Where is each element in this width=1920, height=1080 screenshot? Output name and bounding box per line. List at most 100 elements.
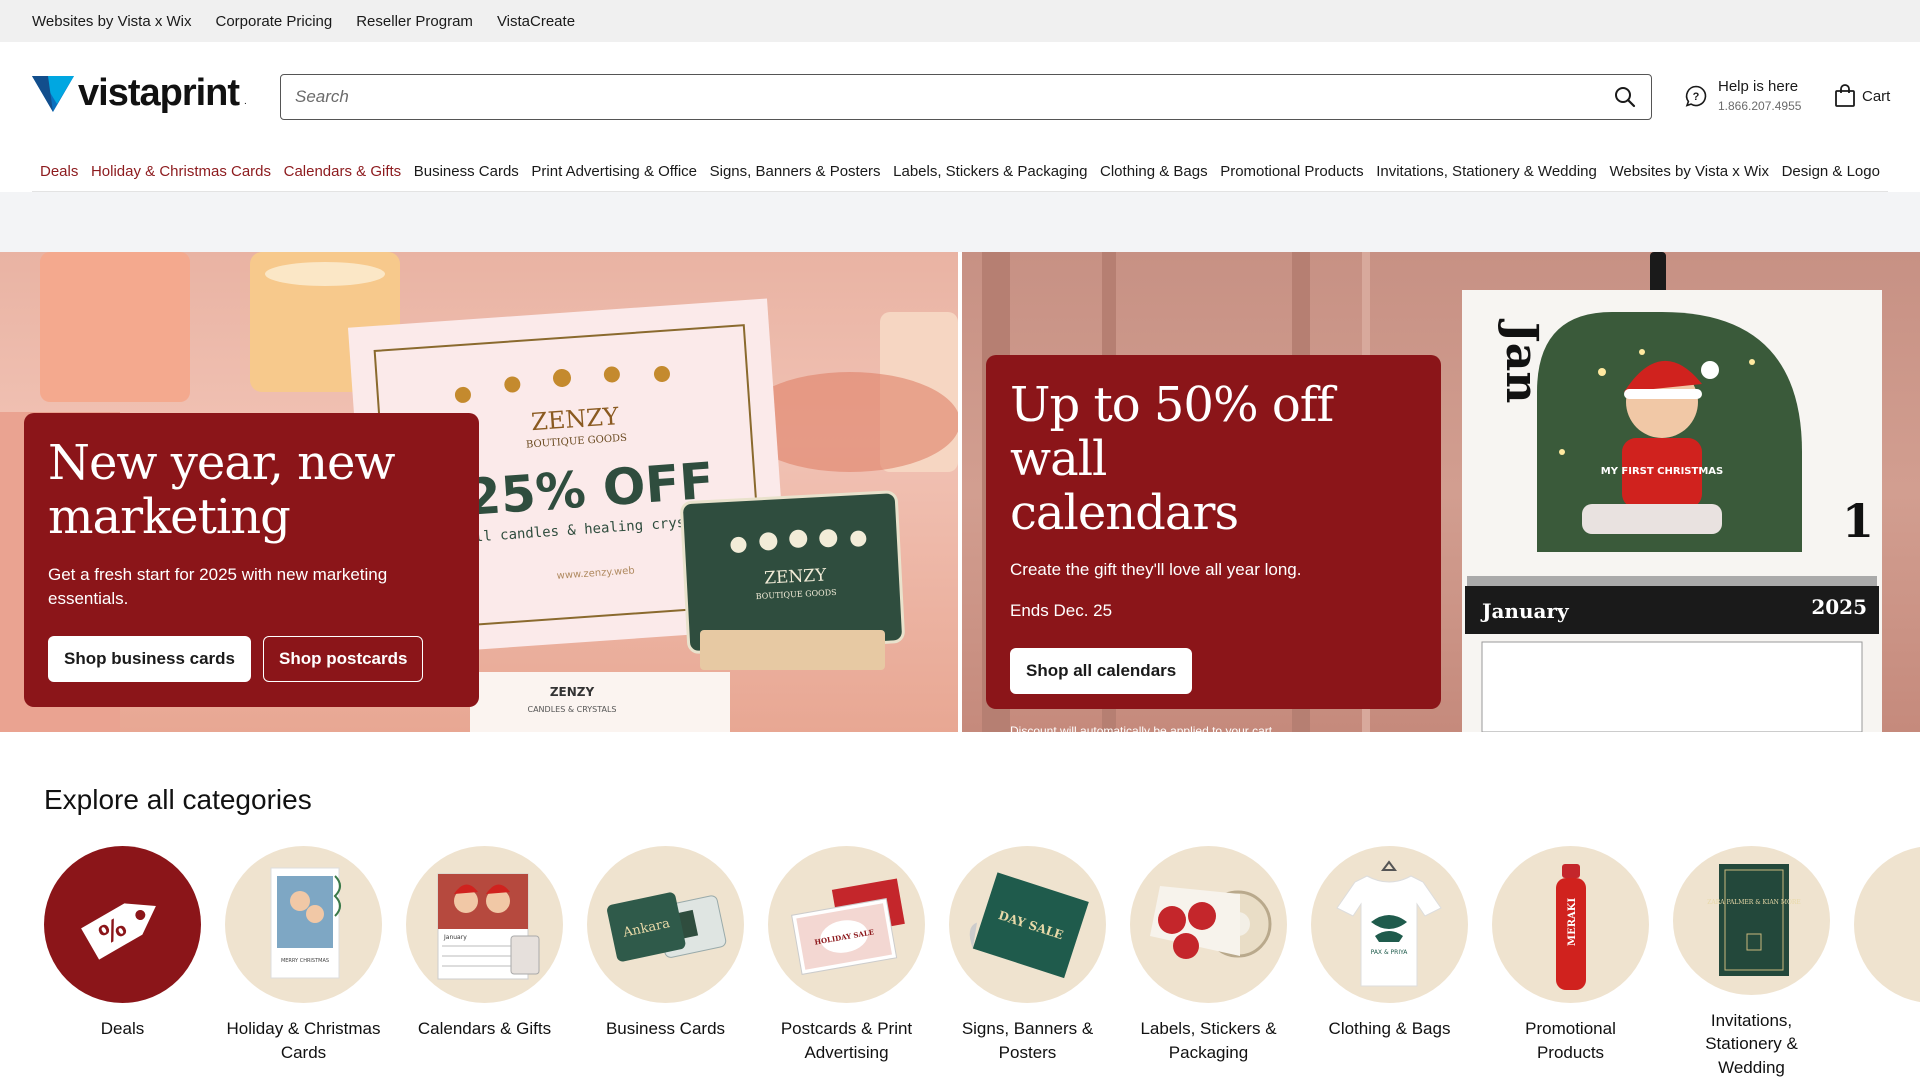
nav-print-advertising-office[interactable]: Print Advertising & Office bbox=[531, 163, 697, 180]
nav-websites-vista-wix[interactable]: Websites by Vista x Wix bbox=[1609, 163, 1769, 180]
promo-ends-date: Ends Dec. 25 bbox=[1010, 600, 1113, 620]
nav-holiday-christmas-cards[interactable]: Holiday & Christmas Cards bbox=[91, 163, 271, 180]
nav-invitations-stationery-wedding[interactable]: Invitations, Stationery & Wedding bbox=[1376, 163, 1597, 180]
promo-title-line-2: marketing bbox=[48, 488, 291, 545]
logo-trademark: . bbox=[244, 96, 247, 107]
category-tile-signs-banners-posters[interactable]: DAY SALE Signs, Banners & Posters bbox=[949, 846, 1106, 1080]
category-tile-business-cards[interactable]: Ankara Business Cards bbox=[587, 846, 744, 1080]
category-label: Business Cards bbox=[605, 1019, 726, 1038]
nav-clothing-bags[interactable]: Clothing & Bags bbox=[1100, 163, 1208, 180]
box-brand-text: ZENZY bbox=[550, 685, 595, 699]
category-image-invitations: ZARA PALMER & KIAN MORE bbox=[1673, 846, 1830, 995]
utility-link-vistacreate[interactable]: VistaCreate bbox=[497, 13, 575, 30]
category-tile-deals[interactable]: % Deals bbox=[44, 846, 201, 1080]
sticker-roll-icon bbox=[1150, 886, 1272, 959]
hero-banner-marketing[interactable]: ZENZY BOUTIQUE GOODS 25% OFF all candles… bbox=[0, 252, 958, 732]
baby-shirt-text: MY FIRST CHRISTMAS bbox=[1601, 466, 1723, 477]
poster-icon: DAY SALE bbox=[969, 872, 1089, 979]
nav-business-cards[interactable]: Business Cards bbox=[414, 163, 519, 180]
category-tile-holiday-christmas-cards[interactable]: MERRY CHRISTMAS Holiday & Christmas Card… bbox=[225, 846, 382, 1080]
logo-text: vistaprint bbox=[78, 72, 240, 114]
holiday-card-icon: MERRY CHRISTMAS bbox=[270, 867, 341, 979]
promo-title-marketing: New year, new marketing bbox=[48, 435, 455, 545]
promo-title-line-1: New year, new bbox=[48, 435, 395, 491]
category-label: Labels, Stickers & Packaging bbox=[1140, 1019, 1277, 1062]
nav-deals[interactable]: Deals bbox=[40, 163, 78, 180]
nav-calendars-gifts[interactable]: Calendars & Gifts bbox=[284, 163, 402, 180]
category-image-postcards: HOLIDAY SALE bbox=[768, 846, 925, 1003]
category-tile-postcards-print[interactable]: HOLIDAY SALE Postcards & Print Advertisi… bbox=[768, 846, 925, 1080]
box-sub-text: CANDLES & CRYSTALS bbox=[528, 705, 617, 714]
promo-disclaimer: Discount will automatically be applied t… bbox=[1010, 723, 1276, 732]
nav-signs-banners-posters[interactable]: Signs, Banners & Posters bbox=[710, 163, 881, 180]
category-label: Clothing & Bags bbox=[1328, 1019, 1451, 1038]
category-label: Postcards & Print Advertising bbox=[780, 1019, 913, 1062]
promo-spacer-strip bbox=[0, 192, 1920, 252]
svg-text:?: ? bbox=[1693, 91, 1700, 103]
category-tile-partial[interactable]: D bbox=[1854, 846, 1920, 1080]
category-tile-promotional-products[interactable]: MERAKI Promotional Products bbox=[1492, 846, 1649, 1080]
cart-label: Cart bbox=[1862, 87, 1891, 105]
holiday-card-text: MERRY CHRISTMAS bbox=[281, 958, 329, 964]
business-card-icon: Ankara bbox=[607, 892, 727, 962]
invitation-text: ZARA PALMER & KIAN MORE bbox=[1707, 899, 1801, 906]
shop-postcards-button[interactable]: Shop postcards bbox=[263, 635, 424, 682]
shop-business-cards-button[interactable]: Shop business cards bbox=[48, 635, 251, 682]
shopping-bag-icon bbox=[1835, 84, 1855, 107]
category-tile-clothing-bags[interactable]: PAX & PRIYA Clothing & Bags bbox=[1311, 846, 1468, 1080]
help-contact[interactable]: ? Help is here 1.866.207.4955 bbox=[1684, 78, 1801, 113]
invitation-icon: ZARA PALMER & KIAN MORE bbox=[1707, 863, 1801, 976]
shirt-text: PAX & PRIYA bbox=[1371, 949, 1409, 956]
postcard-icon: HOLIDAY SALE bbox=[791, 878, 905, 975]
category-image-promotional: MERAKI bbox=[1492, 846, 1649, 1003]
category-image-stickers bbox=[1130, 846, 1287, 1003]
nav-design-logo[interactable]: Design & Logo bbox=[1782, 163, 1880, 180]
green-card-brand-text: ZENZY bbox=[764, 565, 828, 588]
category-image-posters: DAY SALE bbox=[949, 846, 1106, 1003]
bottle-text: MERAKI bbox=[1567, 898, 1578, 946]
help-phone: 1.866.207.4955 bbox=[1718, 99, 1802, 113]
promo-title-line-2: calendars bbox=[1010, 484, 1239, 541]
category-image-deals: % bbox=[44, 846, 201, 1003]
category-image-business-cards: Ankara bbox=[587, 846, 744, 1003]
category-image-calendars: January bbox=[406, 846, 563, 1003]
tag-percent-icon: % bbox=[80, 902, 156, 960]
promo-title-calendars: Up to 50% off wall calendars bbox=[1010, 378, 1417, 541]
explore-categories-title: Explore all categories bbox=[44, 784, 312, 815]
category-tile-calendars-gifts[interactable]: January Calendars & Gifts bbox=[406, 846, 563, 1080]
bottle-icon: MERAKI bbox=[1556, 864, 1586, 990]
partial-category-icon bbox=[1854, 846, 1920, 1003]
category-label: Promotional Products bbox=[1525, 1019, 1616, 1062]
shop-all-calendars-button[interactable]: Shop all calendars bbox=[1010, 647, 1193, 694]
category-label: Signs, Banners & Posters bbox=[961, 1019, 1094, 1062]
vistaprint-logo[interactable]: vistaprint . bbox=[32, 72, 247, 115]
category-nav: Deals Holiday & Christmas Cards Calendar… bbox=[32, 152, 1888, 192]
cart-button[interactable]: Cart bbox=[1834, 84, 1890, 108]
category-image-partial bbox=[1854, 846, 1920, 1003]
promo-buttons-marketing: Shop business cards Shop postcards bbox=[48, 635, 455, 682]
category-label: Deals bbox=[100, 1019, 145, 1038]
promo-subtitle-calendars: Create the gift they'll love all year lo… bbox=[1010, 560, 1302, 580]
calendar-tile-text: January bbox=[443, 934, 467, 941]
search-input[interactable] bbox=[295, 87, 1613, 107]
calendar-month-text: January bbox=[1480, 599, 1570, 623]
utility-link-corporate-pricing[interactable]: Corporate Pricing bbox=[216, 13, 333, 30]
category-tile-invitations-stationery[interactable]: ZARA PALMER & KIAN MORE Invitations, Sta… bbox=[1673, 846, 1830, 1080]
search-bar bbox=[280, 74, 1652, 120]
hero-banner-calendars[interactable]: Jan MY FIRST CHRISTMAS 1 January 2025 Up… bbox=[962, 252, 1920, 732]
promo-subtitle-marketing: Get a fresh start for 2025 with new mark… bbox=[48, 564, 388, 609]
nav-labels-stickers-packaging[interactable]: Labels, Stickers & Packaging bbox=[893, 163, 1087, 180]
category-label: Holiday & Christmas Cards bbox=[226, 1019, 381, 1062]
promo-card-marketing: New year, new marketing Get a fresh star… bbox=[24, 413, 479, 707]
help-title: Help is here bbox=[1718, 78, 1799, 95]
tshirt-icon: PAX & PRIYA bbox=[1336, 860, 1442, 987]
category-image-holiday-cards: MERRY CHRISTMAS bbox=[225, 846, 382, 1003]
calendar-icon: January bbox=[437, 873, 540, 980]
search-icon[interactable] bbox=[1613, 85, 1637, 109]
promo-card-calendars: Up to 50% off wall calendars Create the … bbox=[986, 355, 1441, 732]
utility-link-reseller-program[interactable]: Reseller Program bbox=[356, 13, 473, 30]
category-image-clothing: PAX & PRIYA bbox=[1311, 846, 1468, 1003]
nav-promotional-products[interactable]: Promotional Products bbox=[1220, 163, 1363, 180]
utility-link-websites[interactable]: Websites by Vista x Wix bbox=[32, 13, 192, 30]
category-tile-labels-stickers[interactable]: Labels, Stickers & Packaging bbox=[1130, 846, 1287, 1080]
